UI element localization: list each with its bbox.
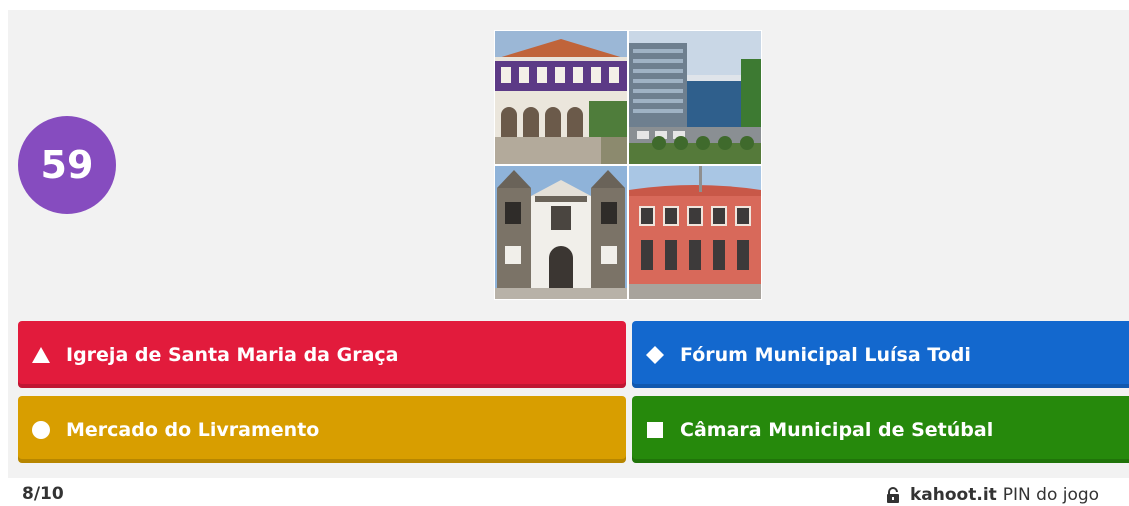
answer-label: Câmara Municipal de Setúbal <box>680 418 994 441</box>
answer-label: Fórum Municipal Luísa Todi <box>680 343 971 366</box>
host-url[interactable]: kahoot.it <box>910 485 997 505</box>
answer-option-square[interactable]: Câmara Municipal de Setúbal <box>632 396 1129 463</box>
question-image-mosaic <box>494 30 762 300</box>
answer-label: Mercado do Livramento <box>66 418 320 441</box>
timer-value: 59 <box>40 143 94 187</box>
kahoot-question-screen: 59 Igreja de Santa Maria da Graça Fórum … <box>0 0 1129 506</box>
countdown-timer: 59 <box>18 116 116 214</box>
purple-building-photo <box>495 31 627 164</box>
triangle-icon <box>30 344 52 366</box>
answer-label: Igreja de Santa Maria da Graça <box>66 343 399 366</box>
pin-label: PIN do jogo <box>1002 484 1100 505</box>
modern-forum-building-photo <box>629 31 761 164</box>
diamond-icon <box>644 344 666 366</box>
answer-option-circle[interactable]: Mercado do Livramento <box>18 396 626 463</box>
lock-icon <box>886 486 900 503</box>
circle-icon <box>30 419 52 441</box>
game-pin-bar: kahoot.it PIN do jogo <box>886 483 1129 506</box>
question-progress: 8/10 <box>22 484 64 504</box>
church-facade-photo <box>495 166 627 299</box>
square-icon <box>644 419 666 441</box>
answer-option-diamond[interactable]: Fórum Municipal Luísa Todi <box>632 321 1129 388</box>
answer-option-triangle[interactable]: Igreja de Santa Maria da Graça <box>18 321 626 388</box>
red-market-building-photo <box>629 166 761 299</box>
